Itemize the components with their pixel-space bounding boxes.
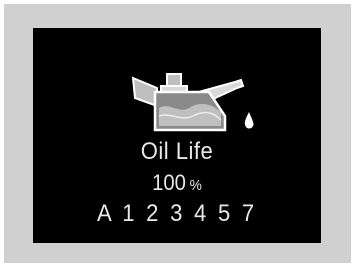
display-frame: Oil Life 100% A 1 2 3 4 5 7: [4, 4, 351, 263]
info-screen: Oil Life 100% A 1 2 3 4 5 7: [33, 28, 321, 243]
percentage-value: 100: [152, 170, 186, 195]
percentage-unit: %: [189, 177, 202, 194]
oil-can-icon: [131, 73, 254, 132]
maintenance-codes: A 1 2 3 4 5 7: [97, 200, 257, 227]
oil-life-title: Oil Life: [140, 138, 214, 165]
oil-life-percentage: 100%: [45, 170, 310, 196]
